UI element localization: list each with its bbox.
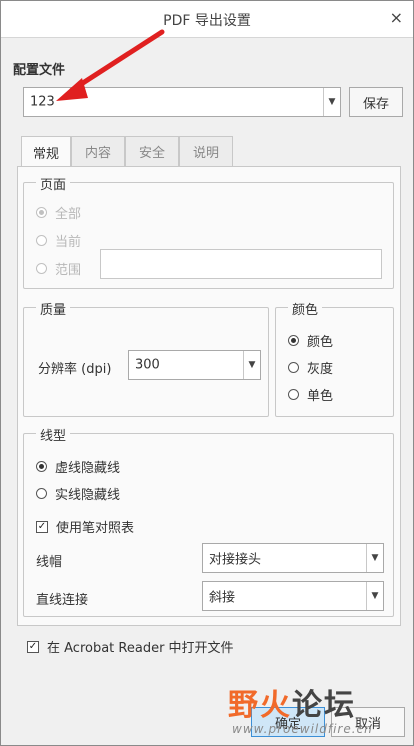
pen-table-label: 使用笔对照表	[56, 521, 135, 536]
line-cap-value[interactable]: 对接接头	[209, 549, 261, 568]
color-gray-option[interactable]: 灰度	[288, 358, 333, 377]
line-join-combobox[interactable]: 斜接 ▼	[202, 581, 384, 611]
chevron-down-icon[interactable]: ▼	[366, 544, 383, 572]
radio-icon[interactable]	[288, 362, 299, 373]
page-range-label: 范围	[55, 263, 82, 278]
color-color-option[interactable]: 颜色	[288, 331, 333, 350]
cancel-button[interactable]: 取消	[331, 707, 405, 737]
color-group: 颜色 颜色 灰度 单色	[275, 299, 394, 417]
acrobat-label: 在 Acrobat Reader 中打开文件	[47, 641, 234, 656]
page-all-option[interactable]: 全部	[36, 203, 81, 222]
line-cap-label: 线帽	[36, 555, 63, 570]
solid-hidden-option[interactable]: 实线隐藏线	[36, 484, 120, 503]
radio-icon[interactable]	[36, 263, 47, 274]
tab-panel-general: 页面 全部 当前 范围 质量 分辨率 (dpi) 300 ▼ 颜色 颜色 灰度 …	[17, 166, 401, 626]
pen-table-checkbox[interactable]: ✓ 使用笔对照表	[36, 517, 134, 536]
resolution-label: 分辨率 (dpi)	[38, 362, 112, 377]
color-gray-label: 灰度	[307, 362, 334, 377]
page-current-option[interactable]: 当前	[36, 231, 81, 250]
acrobat-checkbox[interactable]: ✓ 在 Acrobat Reader 中打开文件	[27, 637, 234, 656]
checkmark-icon[interactable]: ✓	[36, 520, 48, 533]
resolution-value[interactable]: 300	[135, 358, 160, 373]
line-cap-combobox[interactable]: 对接接头 ▼	[202, 543, 384, 573]
quality-legend: 质量	[36, 299, 71, 318]
page-all-label: 全部	[55, 207, 82, 222]
radio-icon[interactable]	[36, 461, 47, 472]
color-color-label: 颜色	[307, 335, 334, 350]
color-legend: 颜色	[288, 299, 323, 318]
linetype-legend: 线型	[36, 425, 71, 444]
tab-general[interactable]: 常规	[21, 136, 71, 167]
config-file-combobox[interactable]: 123 ▼	[23, 87, 341, 117]
pdf-export-dialog: PDF 导出设置 × 配置文件 123 ▼ 保存 常规 内容 安全 说明 页面 …	[0, 0, 414, 746]
solid-hidden-label: 实线隐藏线	[55, 488, 121, 503]
radio-icon[interactable]	[36, 488, 47, 499]
save-button[interactable]: 保存	[349, 87, 403, 117]
page-range-option[interactable]: 范围	[36, 259, 81, 278]
linetype-group: 线型 虚线隐藏线 实线隐藏线 ✓ 使用笔对照表 线帽 对接接头 ▼ 直线连接 斜…	[23, 425, 394, 617]
config-file-label: 配置文件	[13, 63, 66, 78]
radio-icon[interactable]	[288, 335, 299, 346]
radio-icon[interactable]	[36, 207, 47, 218]
title-bar: PDF 导出设置 ×	[1, 1, 413, 38]
page-current-label: 当前	[55, 235, 82, 250]
chevron-down-icon[interactable]: ▼	[323, 88, 340, 116]
window-title: PDF 导出设置	[163, 13, 251, 29]
pages-group: 页面 全部 当前 范围	[23, 174, 394, 289]
radio-icon[interactable]	[36, 235, 47, 246]
page-range-input[interactable]	[100, 249, 382, 279]
chevron-down-icon[interactable]: ▼	[243, 351, 260, 379]
line-join-value[interactable]: 斜接	[209, 587, 235, 606]
checkmark-icon[interactable]: ✓	[27, 640, 39, 653]
color-mono-label: 单色	[307, 389, 334, 404]
close-icon[interactable]: ×	[390, 9, 403, 27]
ok-button[interactable]: 确定	[251, 707, 325, 737]
dashed-hidden-label: 虚线隐藏线	[55, 461, 121, 476]
dashed-hidden-option[interactable]: 虚线隐藏线	[36, 457, 120, 476]
pages-legend: 页面	[36, 174, 71, 193]
config-file-value[interactable]: 123	[30, 95, 55, 110]
tab-description[interactable]: 说明	[179, 136, 233, 166]
tab-security[interactable]: 安全	[125, 136, 179, 166]
chevron-down-icon[interactable]: ▼	[366, 582, 383, 610]
quality-group: 质量 分辨率 (dpi) 300 ▼	[23, 299, 269, 417]
tab-content[interactable]: 内容	[71, 136, 125, 166]
button-bar: 确定 取消	[1, 693, 413, 745]
radio-icon[interactable]	[288, 389, 299, 400]
resolution-combobox[interactable]: 300 ▼	[128, 350, 261, 380]
line-join-label: 直线连接	[36, 593, 89, 608]
color-mono-option[interactable]: 单色	[288, 385, 333, 404]
